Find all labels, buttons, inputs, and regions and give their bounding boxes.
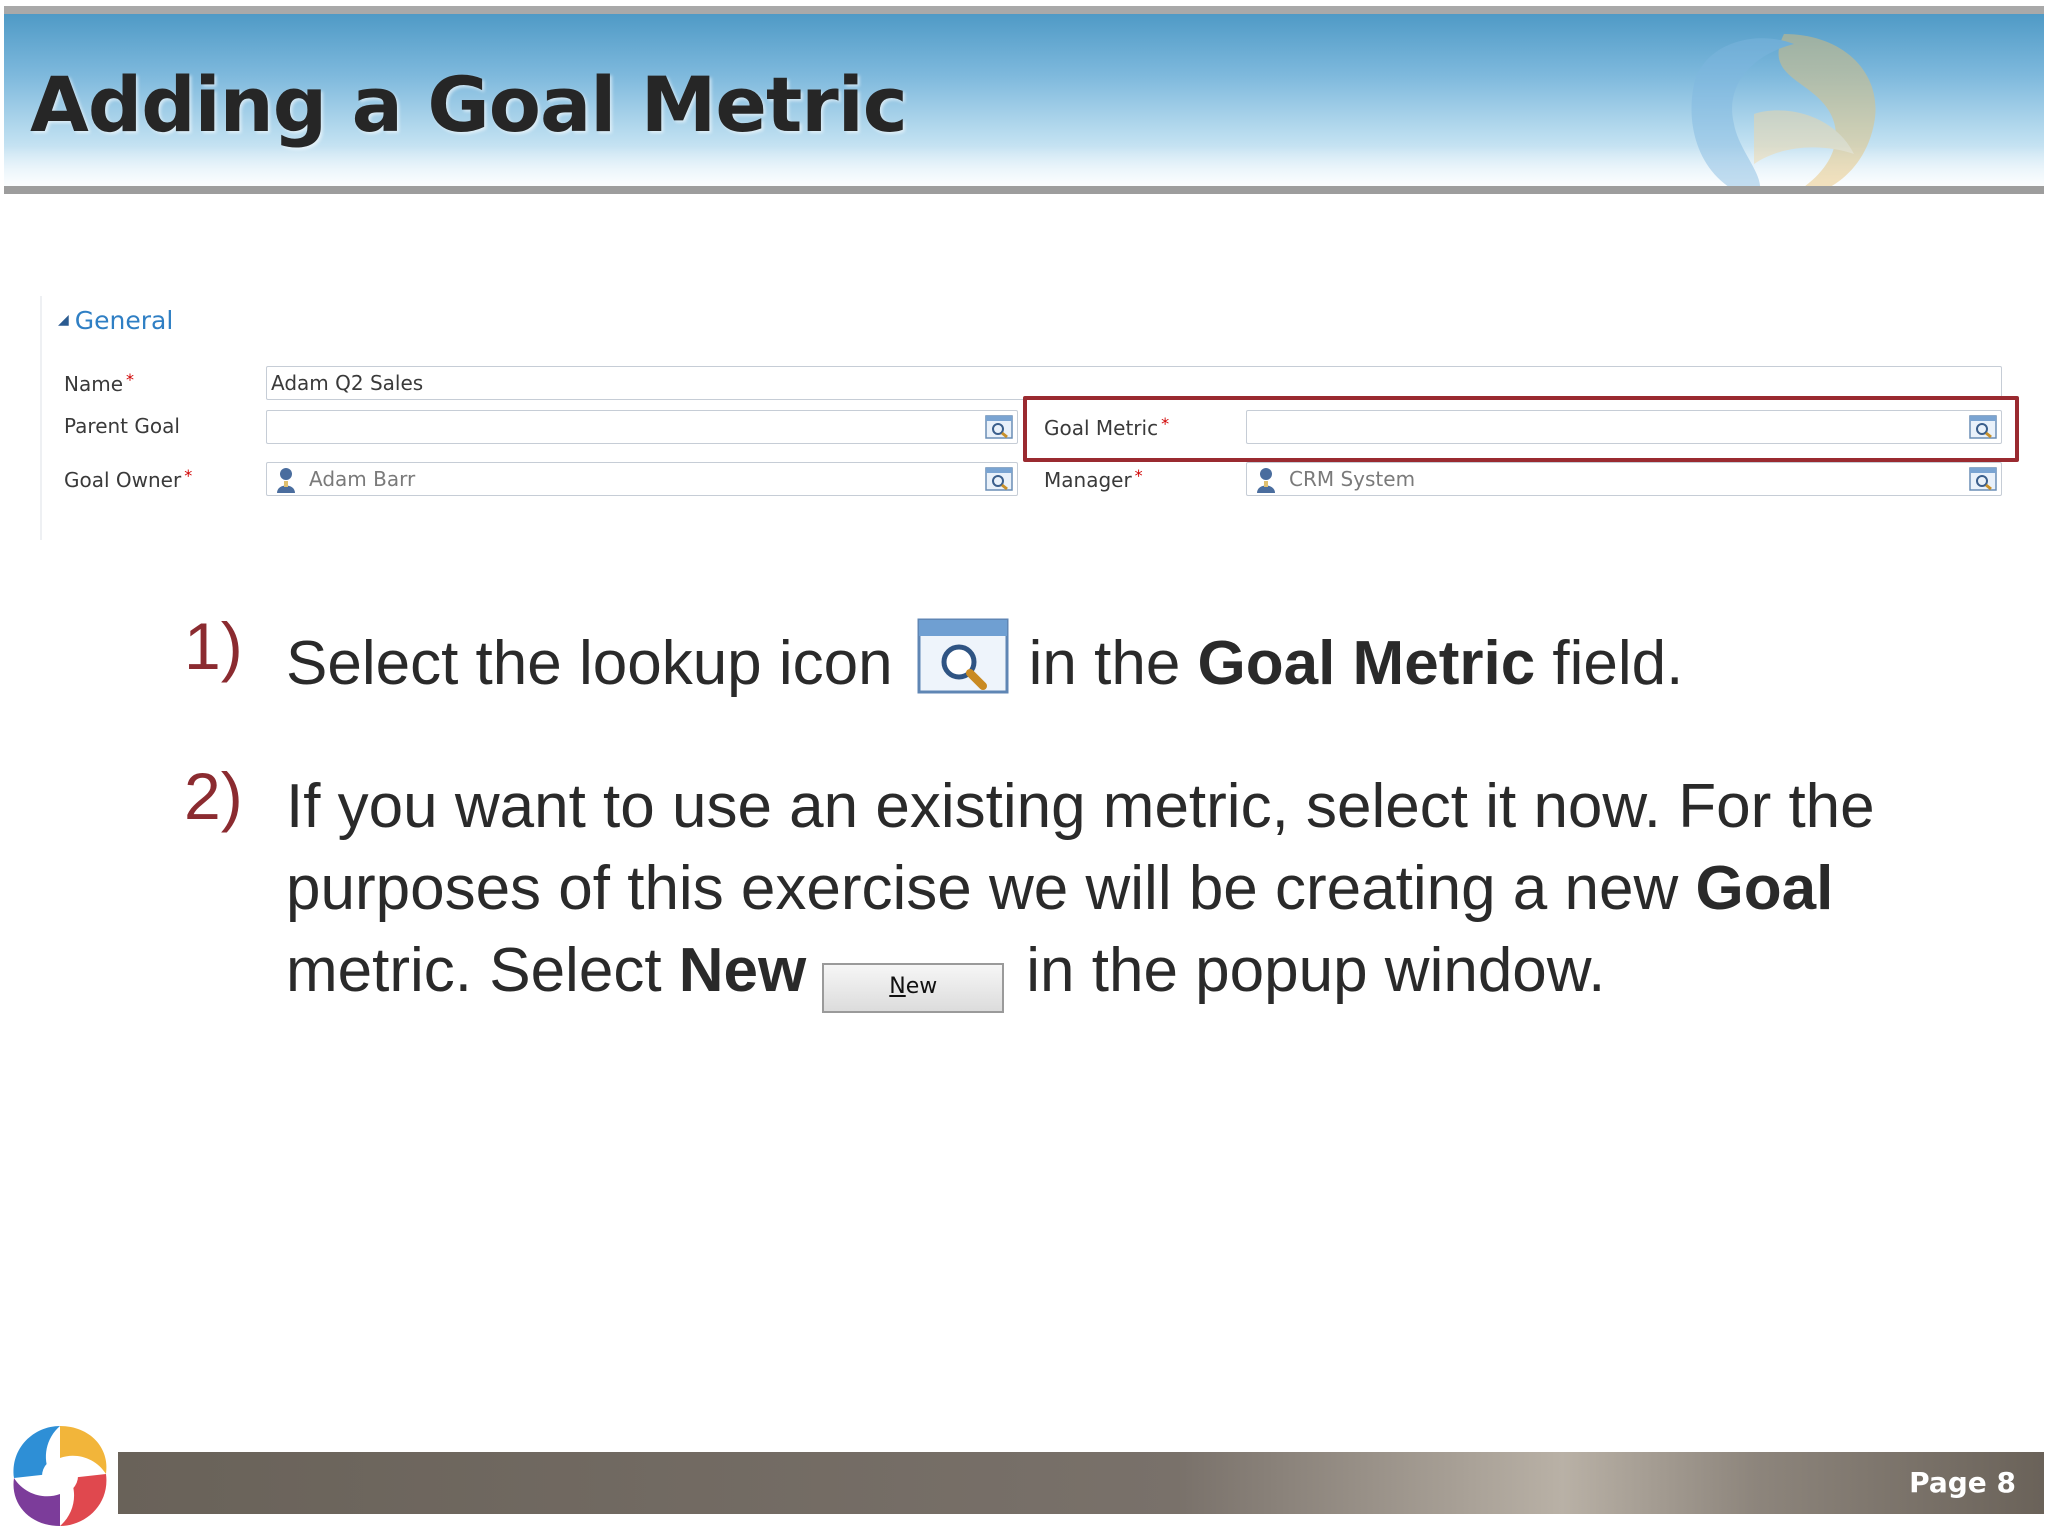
goal-owner-label: Goal Owner * — [64, 466, 193, 492]
step-2-line-3: metric. Select New New in the popup window… — [286, 930, 1605, 1013]
manager-lookup-icon[interactable] — [1969, 466, 1997, 492]
step-2-line-3-before: metric. Select — [286, 936, 679, 1005]
parent-goal-field[interactable] — [266, 410, 1018, 444]
step-1-number: 1) — [184, 609, 243, 683]
step-2-line-1: If you want to use an existing metric, s… — [286, 772, 1875, 841]
parent-goal-lookup-icon[interactable] — [985, 414, 1013, 440]
manager-label: Manager * — [1044, 466, 1143, 492]
step-1-text: Select the lookup icon in the Goal Metri… — [286, 616, 1683, 705]
general-section-header[interactable]: ◢ General — [58, 306, 173, 335]
brand-watermark-icon — [1691, 34, 1876, 186]
slide-title: Adding a Goal Metric — [30, 60, 908, 149]
required-marker: * — [126, 370, 135, 389]
manager-value: CRM System — [1289, 467, 1416, 491]
name-value: Adam Q2 Sales — [271, 371, 424, 395]
step-2-line-2-bold: Goal — [1695, 854, 1834, 923]
collapse-triangle-icon[interactable]: ◢ — [58, 312, 69, 328]
step-1-text-middle: in the — [1028, 629, 1198, 698]
title-banner: Adding a Goal Metric — [4, 6, 2044, 194]
step-2-line-2: purposes of this exercise we will be cre… — [286, 848, 1833, 930]
step-1-bold: Goal Metric — [1197, 629, 1536, 698]
step-2-line-2-before: purposes of this exercise we will be cre… — [286, 854, 1696, 923]
inline-lookup-icon — [917, 616, 1011, 698]
parent-goal-label: Parent Goal — [64, 414, 180, 438]
step-2-line-3-after: in the popup window. — [1026, 936, 1606, 1005]
manager-field[interactable]: CRM System — [1246, 462, 2002, 496]
page-number: Page 8 — [1909, 1466, 2016, 1499]
required-marker: * — [184, 466, 193, 485]
step-1-text-before: Select the lookup icon — [286, 629, 893, 698]
name-label: Name * — [64, 370, 135, 396]
name-field[interactable]: Adam Q2 Sales — [266, 366, 2002, 400]
step-2-number: 2) — [184, 759, 243, 833]
inline-new-button: New — [822, 963, 1005, 1013]
user-icon — [277, 468, 295, 493]
required-marker: * — [1134, 466, 1143, 485]
user-icon — [1257, 468, 1275, 493]
goal-metric-highlight-box — [1023, 396, 2019, 462]
step-2-line-3-bold: New — [678, 936, 807, 1005]
footer-bar: Page 8 — [118, 1452, 2044, 1514]
goal-owner-value: Adam Barr — [309, 467, 416, 491]
goal-owner-lookup-icon[interactable] — [985, 466, 1013, 492]
step-1-text-after: field. — [1535, 629, 1684, 698]
section-title-label: General — [74, 306, 174, 335]
goal-owner-field[interactable]: Adam Barr — [266, 462, 1018, 496]
brand-logo-icon — [13, 1426, 107, 1526]
